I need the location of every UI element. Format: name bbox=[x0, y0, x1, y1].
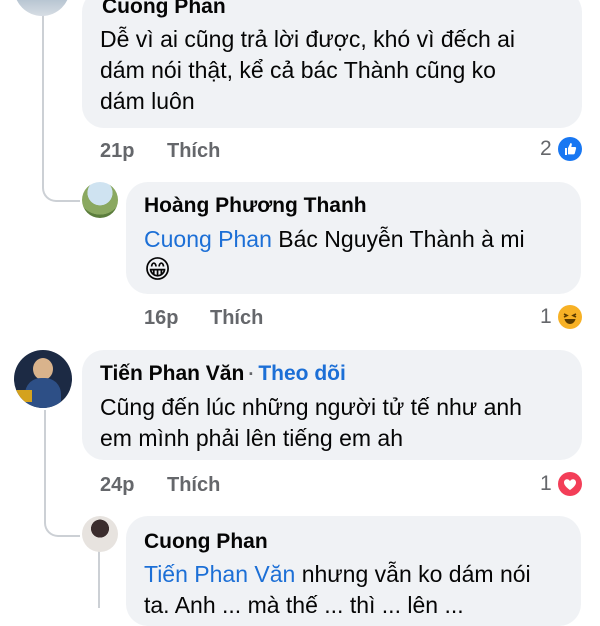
thread-branch bbox=[42, 160, 80, 202]
mention-link[interactable]: Tiến Phan Văn bbox=[144, 561, 295, 587]
avatar[interactable] bbox=[14, 0, 70, 16]
love-icon[interactable] bbox=[558, 472, 582, 496]
reaction-count[interactable]: 1 bbox=[540, 472, 552, 496]
like-button[interactable]: Thích bbox=[167, 140, 220, 163]
haha-icon[interactable] bbox=[558, 305, 582, 329]
thread-branch bbox=[44, 505, 80, 537]
avatar[interactable] bbox=[14, 350, 72, 408]
avatar[interactable] bbox=[82, 516, 118, 552]
comment-time[interactable]: 24p bbox=[100, 474, 134, 497]
comment-text-line: Dễ vì ai cũng trả lời được, khó vì đếch … bbox=[100, 26, 516, 52]
avatar-figure bbox=[33, 358, 53, 380]
comment-text-line: Cũng đến lúc những người tử tế như anh bbox=[100, 394, 522, 420]
comment-text-body: nhưng vẫn ko dám nói bbox=[295, 561, 531, 587]
comment-author[interactable]: Cuong Phan bbox=[102, 0, 226, 19]
emoji: 😁 bbox=[144, 254, 172, 284]
comment-text-line: em mình phải lên tiếng em ah bbox=[100, 425, 404, 451]
thread-line bbox=[98, 548, 100, 608]
comment-text-line: dám nói thật, kể cả bác Thành cũng ko bbox=[100, 57, 496, 83]
comment-author[interactable]: Hoàng Phương Thanh bbox=[144, 194, 367, 218]
comment-time[interactable]: 16p bbox=[144, 307, 178, 330]
separator: · bbox=[248, 364, 255, 384]
comment-text: Dễ vì ai cũng trả lời được, khó vì đếch … bbox=[100, 24, 570, 117]
comment-text-line: ta. Anh ... mà thế ... thì ... lên ... bbox=[144, 592, 464, 618]
comment-text: Cũng đến lúc những người tử tế như anh e… bbox=[100, 392, 570, 454]
like-button[interactable]: Thích bbox=[167, 474, 220, 497]
avatar-badge bbox=[16, 390, 32, 402]
reaction-count[interactable]: 2 bbox=[540, 137, 552, 161]
comment-text-line: dám luôn bbox=[100, 88, 195, 114]
like-button[interactable]: Thích bbox=[210, 307, 263, 330]
mention-link[interactable]: Cuong Phan bbox=[144, 226, 272, 252]
comment-text: Cuong Phan Bác Nguyễn Thành à mi bbox=[144, 224, 525, 255]
comment-text-body: Bác Nguyễn Thành à mi bbox=[271, 226, 525, 252]
like-icon[interactable] bbox=[558, 137, 582, 161]
reaction-count[interactable]: 1 bbox=[540, 305, 552, 329]
thread-line bbox=[44, 410, 46, 520]
avatar[interactable] bbox=[82, 182, 118, 218]
comment-author[interactable]: Cuong Phan bbox=[144, 530, 268, 554]
follow-button[interactable]: Theo dõi bbox=[258, 362, 346, 385]
comment-time[interactable]: 21p bbox=[100, 140, 134, 163]
comment-author[interactable]: Tiến Phan Văn bbox=[100, 362, 244, 385]
comment-author-row: Tiến Phan Văn · Theo dõi bbox=[100, 362, 346, 386]
thread-line bbox=[42, 0, 44, 160]
comment-text: Tiến Phan Văn nhưng vẫn ko dám nói bbox=[144, 559, 531, 590]
